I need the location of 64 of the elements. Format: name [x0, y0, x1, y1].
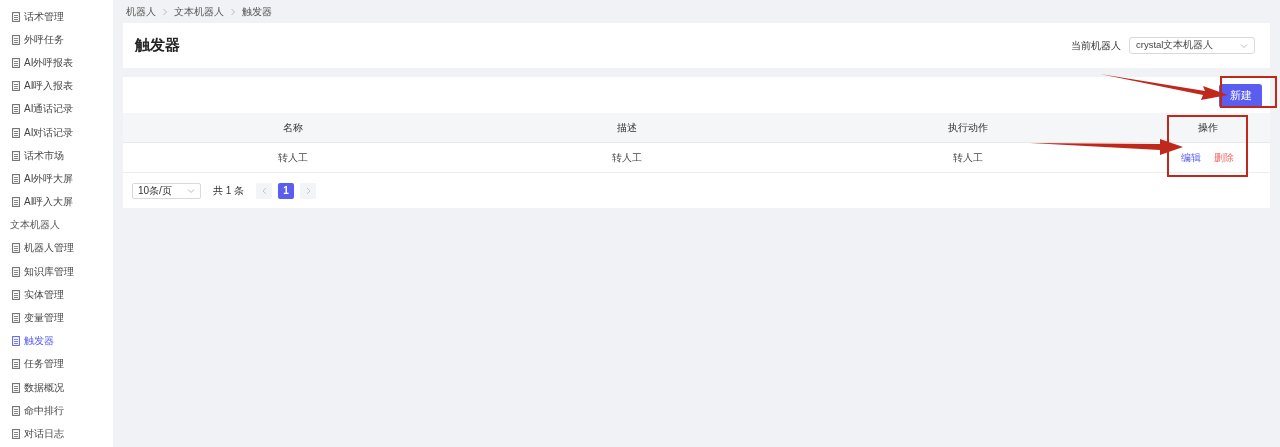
- sidebar-group-label: 文本机器人: [10, 218, 60, 233]
- breadcrumb-item[interactable]: 机器人: [126, 4, 156, 19]
- total-count: 共 1 条: [213, 183, 245, 198]
- chevron-right-icon: [230, 7, 236, 16]
- document-icon: [12, 313, 20, 324]
- sidebar-item[interactable]: 话术管理: [0, 5, 113, 29]
- chevron-down-icon: [1240, 42, 1248, 49]
- document-icon: [12, 34, 20, 45]
- sidebar-item[interactable]: AI外呼大屏: [0, 167, 113, 191]
- robot-select[interactable]: crystal文本机器人: [1129, 37, 1255, 54]
- sidebar-item[interactable]: AI呼入大屏: [0, 190, 113, 214]
- sidebar-item[interactable]: 对话日志: [0, 422, 113, 446]
- sidebar-item[interactable]: 话术市场: [0, 144, 113, 168]
- breadcrumb-item[interactable]: 文本机器人: [174, 4, 224, 19]
- sidebar-item[interactable]: AI通话记录: [0, 97, 113, 121]
- page-size-select[interactable]: 10条/页: [132, 182, 201, 199]
- next-page-button[interactable]: [300, 182, 317, 199]
- sidebar-item[interactable]: 任务管理: [0, 352, 113, 376]
- sidebar-item[interactable]: 触发器: [0, 329, 113, 353]
- chevron-left-icon: [261, 186, 267, 195]
- document-icon: [12, 336, 20, 347]
- robot-label: 当前机器人: [1071, 38, 1121, 53]
- document-icon: [12, 266, 20, 277]
- sidebar-item[interactable]: 变量管理: [0, 306, 113, 330]
- column-header: 名称: [283, 121, 303, 133]
- table-cell: 转人工: [953, 151, 983, 163]
- chevron-right-icon: [162, 7, 168, 16]
- document-icon: [12, 150, 20, 161]
- column-header: 操作: [1197, 121, 1218, 133]
- document-icon: [12, 382, 20, 393]
- new-button[interactable]: 新建: [1219, 83, 1262, 108]
- document-icon: [12, 11, 20, 22]
- sidebar-item[interactable]: AI呼入报表: [0, 74, 113, 98]
- column-header: 执行动作: [948, 121, 988, 133]
- sidebar-item[interactable]: AI外呼报表: [0, 51, 113, 75]
- document-icon: [12, 173, 20, 184]
- document-icon: [12, 243, 20, 254]
- sidebar-item[interactable]: 知识库管理: [0, 260, 113, 284]
- page-button[interactable]: 1: [278, 182, 295, 199]
- sidebar-item[interactable]: 数据概况: [0, 376, 113, 400]
- document-icon: [12, 359, 20, 370]
- document-icon: [12, 81, 20, 92]
- previous-page-button[interactable]: [256, 182, 273, 199]
- sidebar-item[interactable]: 实体管理: [0, 283, 113, 307]
- document-icon: [12, 197, 20, 208]
- document-icon: [12, 57, 20, 68]
- edit-link[interactable]: 编辑: [1181, 150, 1201, 165]
- table-cell: 转人工: [278, 151, 308, 163]
- document-icon: [12, 428, 20, 439]
- document-icon: [12, 127, 20, 138]
- sidebar-item[interactable]: 命中排行: [0, 399, 113, 423]
- sidebar-item[interactable]: 外呼任务: [0, 28, 113, 52]
- document-icon: [12, 289, 20, 300]
- sidebar-item[interactable]: 机器人管理: [0, 236, 113, 261]
- document-icon: [12, 104, 20, 115]
- sidebar-item[interactable]: AI对话记录: [0, 120, 113, 145]
- document-icon: [12, 405, 20, 416]
- highlight-frame: [1220, 76, 1277, 108]
- page-title: 触发器: [135, 36, 180, 55]
- table-cell: 转人工: [612, 151, 642, 163]
- breadcrumb-item[interactable]: 触发器: [242, 4, 272, 19]
- chevron-down-icon: [187, 187, 195, 194]
- column-header: 描述: [617, 121, 637, 133]
- chevron-right-icon: [305, 186, 311, 195]
